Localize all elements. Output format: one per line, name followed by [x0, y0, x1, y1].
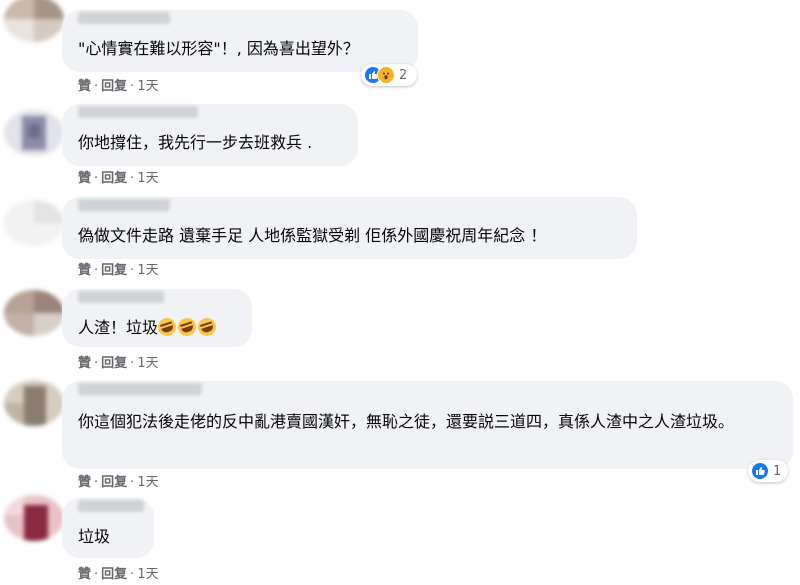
comment-text: 偽做文件走路 遺棄手足 人地係監獄受剃 佢係外國慶祝周年紀念 ！ [78, 226, 547, 245]
comment-bubble: 偽做文件走路 遺棄手足 人地係監獄受剃 佢係外國慶祝周年紀念 ！ [62, 197, 637, 259]
reaction-summary[interactable]: 2 [361, 64, 417, 86]
avatar[interactable] [4, 0, 64, 42]
avatar[interactable] [4, 110, 64, 156]
avatar[interactable] [4, 495, 64, 541]
wow-face-icon [377, 66, 395, 84]
comment-actions: 贊 · 回复 · 1天 [78, 356, 159, 371]
comment-bubble: 垃圾 [62, 498, 154, 558]
author-name-blurred[interactable] [78, 291, 164, 303]
like-button[interactable]: 贊 [78, 475, 91, 490]
avatar[interactable] [4, 380, 64, 426]
like-button[interactable]: 贊 [78, 171, 91, 186]
comment-actions: 贊 · 回复 · 1天 [78, 475, 159, 490]
timestamp[interactable]: 1天 [137, 475, 158, 490]
comment-actions: 贊 · 回复 · 1天 [78, 171, 159, 186]
like-button[interactable]: 贊 [78, 356, 91, 371]
reply-button[interactable]: 回复 [101, 475, 127, 490]
avatar[interactable] [4, 200, 64, 246]
author-name-blurred[interactable] [78, 500, 144, 512]
comment-actions: 贊 · 回复 · 1天 [78, 263, 159, 278]
comment-text-content: 人渣！垃圾 [78, 318, 159, 337]
comment-actions: 贊 · 回复 · 1天 [78, 567, 159, 582]
comment-text: 你地撐住，我先行一步去班救兵 . [78, 133, 313, 152]
timestamp[interactable]: 1天 [137, 79, 158, 94]
author-name-blurred[interactable] [78, 383, 202, 395]
thumbs-up-icon [751, 462, 769, 480]
comment-text: 你這個犯法後走佬的反中亂港賣國漢奸，無恥之徒，還要説三道四，真係人渣中之人渣垃圾… [78, 412, 735, 431]
reaction-summary[interactable]: 1 [748, 460, 788, 482]
reply-button[interactable]: 回复 [101, 263, 127, 278]
reaction-count: 2 [399, 67, 408, 83]
comment-bubble: 人渣！垃圾 [62, 289, 252, 347]
timestamp[interactable]: 1天 [137, 356, 158, 371]
reaction-count: 1 [773, 463, 782, 479]
comment-text: 人渣！垃圾 [78, 315, 219, 341]
comment-bubble: 你這個犯法後走佬的反中亂港賣國漢奸，無恥之徒，還要説三道四，真係人渣中之人渣垃圾… [62, 381, 793, 469]
comment-bubble: "心情實在難以形容"！, 因為喜出望外？ [62, 10, 418, 72]
rolling-laugh-emoji [175, 315, 199, 339]
avatar[interactable] [4, 290, 64, 336]
timestamp[interactable]: 1天 [137, 263, 158, 278]
reply-button[interactable]: 回复 [101, 356, 127, 371]
like-button[interactable]: 贊 [78, 263, 91, 278]
comment-text: "心情實在難以形容"！, 因為喜出望外？ [78, 39, 359, 58]
timestamp[interactable]: 1天 [137, 567, 158, 582]
author-name-blurred[interactable] [78, 12, 170, 24]
like-button[interactable]: 贊 [78, 567, 91, 582]
rolling-laugh-emoji [195, 315, 219, 339]
reply-button[interactable]: 回复 [101, 171, 127, 186]
reply-button[interactable]: 回复 [101, 79, 127, 94]
timestamp[interactable]: 1天 [137, 171, 158, 186]
comment-bubble: 你地撐住，我先行一步去班救兵 . [62, 104, 358, 166]
author-name-blurred[interactable] [78, 106, 198, 118]
like-button[interactable]: 贊 [78, 79, 91, 94]
rolling-laugh-emoji [155, 315, 179, 339]
comment-actions: 贊 · 回复 · 1天 [78, 79, 159, 94]
comment-text: 垃圾 [78, 527, 111, 546]
reply-button[interactable]: 回复 [101, 567, 127, 582]
author-name-blurred[interactable] [78, 199, 170, 211]
